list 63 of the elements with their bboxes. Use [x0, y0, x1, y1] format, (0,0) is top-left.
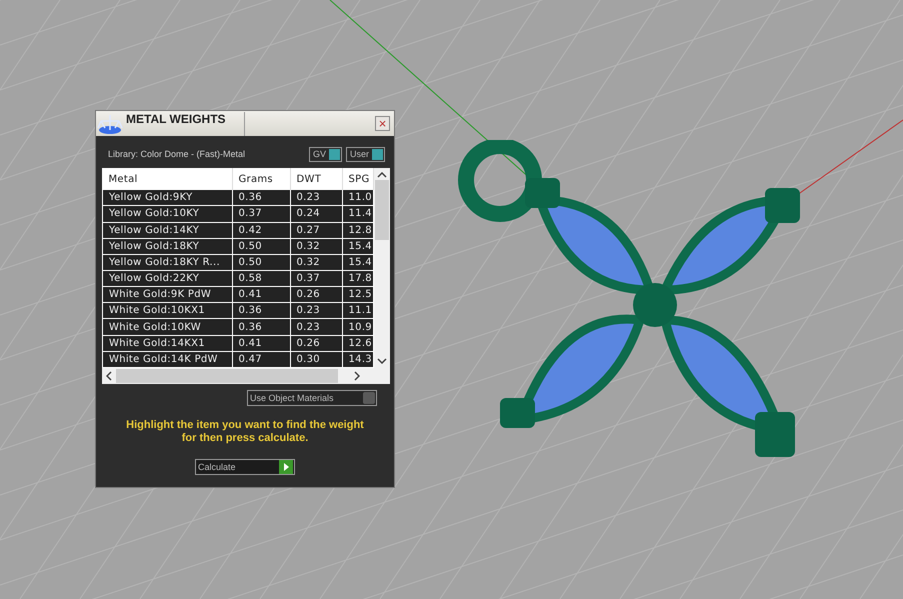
table-cell: White Gold:10KX1: [102, 302, 232, 319]
table-cell: Yellow Gold:14KY: [102, 222, 232, 238]
table-cell: 17.8: [342, 270, 374, 287]
horizontal-scrollbar[interactable]: [102, 368, 390, 384]
table-cell: 0.41: [232, 286, 290, 303]
table-cell: 0.26: [290, 286, 342, 303]
table-cell: 0.27: [290, 222, 342, 238]
table-cell: 0.32: [290, 254, 342, 270]
table-cell: 0.36: [232, 190, 290, 206]
table-cell: 11.4: [342, 206, 374, 222]
table-cell: 0.23: [290, 302, 342, 319]
table-cell: White Gold:14KX1: [102, 335, 232, 352]
scroll-left-icon[interactable]: [106, 371, 112, 381]
scroll-up-icon[interactable]: [377, 172, 387, 178]
table-cell: 0.58: [232, 270, 290, 287]
column-header[interactable]: Metal: [102, 168, 232, 190]
mode-toggle[interactable]: User: [346, 146, 385, 162]
table-cell: 0.37: [290, 270, 342, 287]
table-cell: Yellow Gold:22KY: [102, 270, 232, 287]
play-icon: [279, 460, 293, 474]
column-header[interactable]: Grams: [232, 168, 290, 190]
table-cell: 12.8: [342, 222, 374, 238]
table-cell: 0.50: [232, 238, 290, 254]
table-cell: White Gold:14K PdW: [102, 351, 232, 368]
table-cell: 0.24: [290, 206, 342, 222]
table-cell: 0.42: [232, 222, 290, 238]
table-cell: 0.23: [290, 318, 342, 336]
column-header[interactable]: SPG: [342, 168, 374, 190]
mode-toggle[interactable]: GV: [308, 146, 342, 162]
table-cell: 0.23: [290, 190, 342, 206]
table-cell: 0.36: [232, 302, 290, 319]
table-cell: 0.37: [232, 206, 290, 222]
table-cell: 0.50: [232, 254, 290, 270]
table-cell: Yellow Gold:9KY: [102, 190, 232, 206]
table-cell: 0.30: [290, 351, 342, 368]
scroll-down-icon[interactable]: [377, 358, 387, 364]
scroll-right-icon[interactable]: [354, 371, 360, 381]
table-cell: 0.32: [290, 238, 342, 254]
use-object-materials-toggle[interactable]: Use Object Materials: [247, 390, 377, 406]
table-cell: Yellow Gold:18KY R...: [102, 254, 232, 270]
table-cell: Yellow Gold:18KY: [102, 238, 232, 254]
table-cell: 0.41: [232, 335, 290, 352]
table-cell: 0.47: [232, 351, 290, 368]
window-title: METAL WEIGHTS: [126, 112, 245, 136]
table-cell: 11.1: [342, 302, 374, 319]
table-cell: White Gold:9K PdW: [102, 286, 232, 303]
table-cell: 15.4: [342, 238, 374, 254]
library-label: Library: Color Dome - (Fast)-Metal: [108, 149, 246, 159]
column-header[interactable]: DWT: [290, 168, 342, 190]
table-cell: White Gold:10KW: [102, 318, 232, 336]
instruction-text: Highlight the item you want to find the weight for then press calculate.: [125, 419, 365, 445]
table-cell: 12.6: [342, 335, 374, 352]
close-button[interactable]: ×: [375, 116, 390, 131]
vertical-scrollbar[interactable]: [374, 168, 390, 368]
table-cell: 14.3: [342, 351, 374, 368]
table-cell: 10.9: [342, 318, 374, 336]
table-cell: 0.26: [290, 335, 342, 352]
calculate-button[interactable]: Calculate: [195, 459, 295, 475]
table-cell: 0.36: [232, 318, 290, 336]
table-cell: Yellow Gold:10KY: [102, 206, 232, 222]
table-cell: 15.4: [342, 254, 374, 270]
table-cell: 12.5: [342, 286, 374, 303]
table-cell: 11.0: [342, 190, 374, 206]
